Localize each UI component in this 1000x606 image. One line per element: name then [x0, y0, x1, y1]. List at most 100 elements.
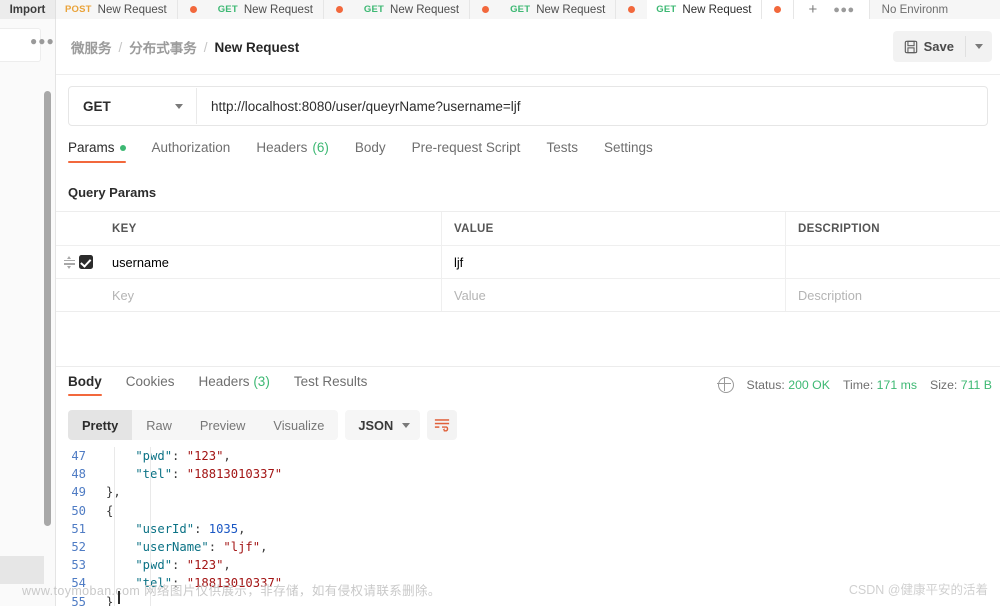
tab-unsaved-indicator[interactable]	[323, 0, 355, 19]
size-badge: Size: 711 B	[930, 378, 992, 392]
line-number: 52	[71, 539, 86, 554]
param-value-placeholder[interactable]: Value	[442, 279, 786, 311]
tab-pre-request-script[interactable]: Pre-request Script	[412, 136, 521, 155]
breadcrumb-item-folder[interactable]: 分布式事务	[129, 37, 197, 57]
sidebar-scrollbar[interactable]	[44, 91, 51, 526]
code-token: 1035	[208, 521, 239, 536]
response-tab-label: Cookies	[125, 374, 175, 389]
table-row: username ljf	[56, 246, 1000, 279]
response-format-toolbar: Pretty Raw Preview Visualize JSON	[68, 410, 458, 440]
code-line: 48 "tel": "18813010337"	[56, 465, 1000, 483]
format-tab-preview[interactable]: Preview	[186, 410, 260, 440]
code-token: ,	[223, 449, 231, 463]
code-token: "ljf"	[223, 539, 261, 554]
param-description-input[interactable]	[786, 246, 1000, 278]
ellipsis-icon[interactable]: ●●●	[833, 4, 854, 16]
sidebar-more-icon[interactable]: ●●●	[30, 34, 55, 48]
url-bar: GET http://localhost:8080/user/queyrName…	[68, 86, 988, 126]
format-tab-visualize[interactable]: Visualize	[259, 410, 338, 440]
format-tab-pretty[interactable]: Pretty	[68, 410, 133, 440]
import-button[interactable]: Import	[0, 0, 56, 19]
param-value-input[interactable]: ljf	[442, 246, 786, 278]
code-token: ,	[223, 558, 231, 573]
status-label: Status:	[746, 378, 785, 392]
response-tab-test-results[interactable]: Test Results	[294, 374, 368, 389]
tab-method-label: GET	[656, 4, 677, 15]
format-tab-group: Pretty Raw Preview Visualize	[68, 410, 339, 440]
tab-unsaved-indicator[interactable]	[762, 0, 794, 19]
tab-headers[interactable]: Headers (6)	[256, 136, 329, 155]
tab-label: Headers	[256, 140, 308, 155]
line-number: 53	[71, 558, 86, 573]
url-input[interactable]: http://localhost:8080/user/queyrName?use…	[197, 99, 521, 114]
text-cursor	[118, 591, 120, 604]
response-tab-label: Headers	[198, 374, 250, 389]
tab-method-label: GET	[217, 4, 238, 15]
code-line: 52 "userName": "ljf",	[56, 538, 1000, 556]
tab-tests[interactable]: Tests	[546, 136, 578, 155]
tab-unsaved-indicator[interactable]	[470, 0, 502, 19]
language-select[interactable]: JSON	[345, 410, 421, 440]
plus-icon[interactable]: +	[808, 2, 817, 17]
header-value: VALUE	[442, 212, 786, 245]
response-divider	[56, 366, 1000, 367]
row-enabled-checkbox[interactable]	[78, 255, 93, 269]
open-tab-3[interactable]: GET New Request	[501, 0, 617, 19]
save-options-button[interactable]	[966, 31, 992, 62]
tab-active-dot-icon	[119, 144, 126, 151]
unsaved-dot-icon	[482, 6, 490, 13]
line-number: 48	[71, 467, 86, 482]
drag-handle-icon[interactable]	[63, 255, 75, 269]
param-description-placeholder[interactable]: Description	[786, 279, 1000, 311]
code-token: {	[106, 503, 114, 518]
response-meta: Status: 200 OK Time: 171 ms Size: 711 B	[717, 376, 992, 393]
table-row-empty: Key Value Description	[56, 279, 1000, 311]
code-text: "tel": "18813010337"	[96, 465, 1000, 483]
breadcrumb-item-collection[interactable]: 微服务	[71, 37, 112, 57]
unsaved-dot-icon	[189, 6, 197, 13]
line-number: 47	[71, 449, 86, 463]
environment-selector[interactable]: No Environm	[870, 0, 960, 19]
url-row: GET http://localhost:8080/user/queyrName…	[56, 74, 1000, 136]
open-tab-4[interactable]: GET New Request	[647, 0, 763, 19]
language-label: JSON	[358, 417, 394, 433]
tab-label: Authorization	[151, 140, 231, 155]
method-select[interactable]: GET	[69, 88, 197, 124]
breadcrumb-separator: /	[118, 39, 123, 55]
response-tab-count-badge: (3)	[249, 374, 270, 389]
wrap-lines-button[interactable]	[427, 410, 458, 440]
save-button-label: Save	[923, 39, 954, 54]
open-tab-2[interactable]: GET New Request	[354, 0, 471, 19]
param-key-placeholder[interactable]: Key	[100, 279, 442, 311]
open-tabs-list: POST New Request GET New Request GET New Requ…	[56, 0, 794, 19]
code-text: {	[96, 502, 1000, 520]
response-tab-label: Body	[68, 374, 102, 389]
query-params-table: KEY VALUE DESCRIPTION username ljf Key V…	[56, 211, 1000, 312]
code-token: :	[194, 521, 209, 536]
code-token: "123"	[186, 558, 224, 573]
save-button[interactable]: Save	[893, 31, 965, 62]
response-tab-cookies[interactable]: Cookies	[126, 374, 175, 389]
open-tab-1[interactable]: GET New Request	[208, 0, 324, 19]
tab-title: New Request	[97, 3, 167, 16]
tab-body[interactable]: Body	[355, 136, 386, 155]
response-tab-headers[interactable]: Headers (3)	[199, 374, 270, 389]
tab-unsaved-indicator[interactable]	[177, 0, 209, 19]
response-tabs: Body Cookies Headers (3) Test Results	[68, 374, 391, 396]
tab-label: Params	[68, 140, 115, 155]
response-tab-body[interactable]: Body	[68, 374, 102, 396]
tab-authorization[interactable]: Authorization	[152, 136, 231, 155]
tab-title: New Request	[536, 3, 606, 16]
code-text: "pwd": "123",	[96, 556, 1000, 574]
row-controls-empty	[56, 279, 100, 311]
time-badge: Time: 171 ms	[843, 378, 917, 392]
tab-unsaved-indicator[interactable]	[616, 0, 648, 19]
row-controls	[56, 246, 100, 278]
header-handle-cell	[56, 212, 100, 245]
param-key-input[interactable]: username	[100, 246, 442, 278]
tab-settings[interactable]: Settings	[604, 136, 653, 155]
tab-params[interactable]: Params	[68, 136, 126, 163]
format-tab-raw[interactable]: Raw	[132, 410, 186, 440]
open-tab-0[interactable]: POST New Request	[56, 0, 178, 19]
breadcrumb-item-request: New Request	[214, 39, 300, 55]
